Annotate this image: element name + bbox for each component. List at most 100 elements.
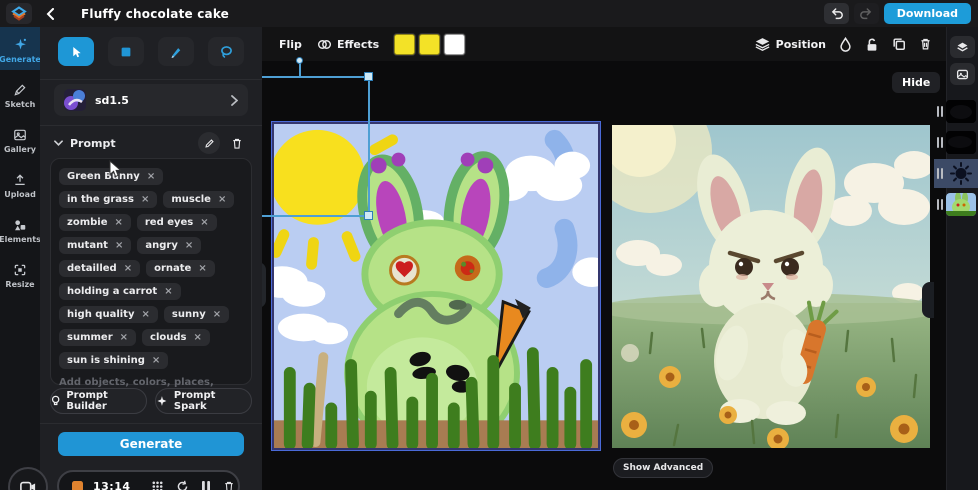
shapes-icon bbox=[13, 218, 27, 232]
sidebar-item-gallery[interactable]: Gallery bbox=[0, 121, 40, 160]
sidebar-item-elements[interactable]: Elements bbox=[0, 211, 40, 250]
download-button[interactable]: Download bbox=[884, 3, 971, 24]
restart-icon[interactable] bbox=[176, 480, 189, 490]
model-selector[interactable]: sd1.5 bbox=[54, 84, 248, 116]
prompt-tag[interactable]: sun is shining× bbox=[59, 352, 168, 369]
prompt-tag[interactable]: high quality× bbox=[59, 306, 158, 323]
remove-tag-icon[interactable]: × bbox=[198, 263, 206, 274]
delete-icon[interactable] bbox=[919, 37, 932, 51]
drag-handle-icon[interactable] bbox=[937, 137, 943, 148]
prompt-tag[interactable]: clouds× bbox=[142, 329, 210, 346]
edit-prompt-button[interactable] bbox=[198, 132, 220, 154]
prompt-tag[interactable]: ornate× bbox=[146, 260, 215, 277]
sidebar-item-sketch[interactable]: Sketch bbox=[0, 76, 40, 115]
generate-button[interactable]: Generate bbox=[58, 432, 244, 456]
remove-tag-icon[interactable]: × bbox=[193, 332, 201, 343]
remove-tag-icon[interactable]: × bbox=[141, 194, 149, 205]
drag-handle-icon[interactable] bbox=[937, 199, 943, 210]
prompt-tag[interactable]: mutant× bbox=[59, 237, 131, 254]
unlock-icon[interactable] bbox=[865, 37, 879, 52]
sidebar-label: Gallery bbox=[4, 145, 36, 154]
drag-handle-icon[interactable] bbox=[937, 168, 943, 179]
pencil-icon bbox=[204, 138, 215, 149]
color-swatch-1[interactable] bbox=[394, 34, 415, 55]
droplet-icon[interactable] bbox=[839, 37, 852, 52]
selection-edge-bottom[interactable] bbox=[262, 215, 368, 217]
remove-tag-icon[interactable]: × bbox=[114, 217, 122, 228]
drag-handle-icon[interactable] bbox=[937, 106, 943, 117]
sidebar-item-generate[interactable]: Generate bbox=[0, 27, 40, 70]
prompt-tag[interactable]: summer× bbox=[59, 329, 136, 346]
hide-button[interactable]: Hide bbox=[892, 72, 940, 93]
remove-tag-icon[interactable]: × bbox=[218, 194, 226, 205]
prompt-tag[interactable]: zombie × bbox=[59, 214, 131, 231]
selection-edge-right[interactable] bbox=[368, 76, 370, 215]
collapse-panel-right-tab[interactable] bbox=[922, 282, 934, 318]
brush-tool-button[interactable] bbox=[158, 37, 194, 66]
cube-icon bbox=[956, 41, 969, 54]
grid-dots-icon[interactable] bbox=[151, 480, 164, 490]
remove-tag-icon[interactable]: × bbox=[213, 309, 221, 320]
prompt-tag[interactable]: holding a carrot× bbox=[59, 283, 181, 300]
chevron-down-icon[interactable] bbox=[54, 140, 63, 146]
canvas-toolbar: Flip Effects Position bbox=[262, 27, 946, 61]
selection-rotate-handle[interactable] bbox=[296, 57, 303, 64]
remove-tag-icon[interactable]: × bbox=[124, 263, 132, 274]
selection-handle-bottom-right[interactable] bbox=[364, 211, 373, 220]
sidebar-item-resize[interactable]: Resize bbox=[0, 256, 40, 295]
prompt-tag[interactable]: muscle× bbox=[163, 191, 234, 208]
flip-button[interactable]: Flip bbox=[279, 38, 302, 51]
image-icon bbox=[956, 68, 969, 81]
redo-button[interactable] bbox=[854, 3, 879, 24]
prompt-tag[interactable]: angry× bbox=[137, 237, 201, 254]
duplicate-icon[interactable] bbox=[892, 37, 906, 51]
remove-tag-icon[interactable]: × bbox=[147, 171, 155, 182]
prompt-input-area[interactable]: Green Bunny×in the grass×muscle×zombie×r… bbox=[50, 158, 252, 385]
prompt-tag-label: detailled bbox=[67, 263, 117, 274]
selection-edge-top[interactable] bbox=[262, 76, 368, 78]
tools-row bbox=[40, 37, 262, 66]
layer-row-bunny[interactable] bbox=[934, 190, 978, 219]
sidebar-item-upload[interactable]: Upload bbox=[0, 166, 40, 205]
prompt-tag[interactable]: Green Bunny× bbox=[59, 168, 163, 185]
color-swatch-3[interactable] bbox=[444, 34, 465, 55]
prompt-tag[interactable]: detailled × bbox=[59, 260, 140, 277]
app-logo[interactable] bbox=[6, 3, 32, 24]
select-tool-button[interactable] bbox=[58, 37, 94, 66]
layer-row-sun[interactable] bbox=[934, 159, 978, 188]
prompt-tag[interactable]: red eyes× bbox=[137, 214, 217, 231]
image-view-button[interactable] bbox=[950, 63, 975, 85]
back-button[interactable] bbox=[46, 8, 55, 20]
prompt-tag-label: zombie bbox=[67, 217, 107, 228]
stop-recording-icon[interactable] bbox=[72, 481, 83, 490]
generated-image[interactable] bbox=[612, 125, 930, 448]
remove-tag-icon[interactable]: × bbox=[142, 309, 150, 320]
remove-tag-icon[interactable]: × bbox=[164, 286, 172, 297]
clear-prompt-button[interactable] bbox=[226, 132, 248, 154]
selection-handle-top-right[interactable] bbox=[364, 72, 373, 81]
rectangle-tool-button[interactable] bbox=[108, 37, 144, 66]
remove-tag-icon[interactable]: × bbox=[200, 217, 208, 228]
undo-button[interactable] bbox=[824, 3, 849, 24]
remove-tag-icon[interactable]: × bbox=[120, 332, 128, 343]
remove-tag-icon[interactable]: × bbox=[115, 240, 123, 251]
layer-row-sketch-1[interactable] bbox=[934, 97, 978, 126]
sketch-canvas[interactable] bbox=[272, 122, 600, 450]
lasso-tool-button[interactable] bbox=[208, 37, 244, 66]
workspace[interactable]: Hide Show Advanced bbox=[262, 61, 946, 490]
layer-row-sketch-2[interactable] bbox=[934, 128, 978, 157]
prompt-tag[interactable]: in the grass× bbox=[59, 191, 157, 208]
prompt-tag[interactable]: sunny× bbox=[164, 306, 229, 323]
color-swatch-2[interactable] bbox=[419, 34, 440, 55]
prompt-spark-button[interactable]: Prompt Spark bbox=[155, 388, 252, 414]
sidebar-label: Upload bbox=[4, 190, 36, 199]
effects-button[interactable]: Effects bbox=[337, 38, 379, 51]
remove-tag-icon[interactable]: × bbox=[152, 355, 160, 366]
prompt-builder-button[interactable]: Prompt Builder bbox=[50, 388, 147, 414]
show-advanced-button[interactable]: Show Advanced bbox=[613, 458, 713, 478]
trash-icon[interactable] bbox=[223, 480, 235, 490]
canvas-view-button[interactable] bbox=[950, 36, 975, 58]
remove-tag-icon[interactable]: × bbox=[185, 240, 193, 251]
position-button[interactable]: Position bbox=[776, 38, 826, 51]
pause-icon[interactable] bbox=[201, 480, 211, 490]
